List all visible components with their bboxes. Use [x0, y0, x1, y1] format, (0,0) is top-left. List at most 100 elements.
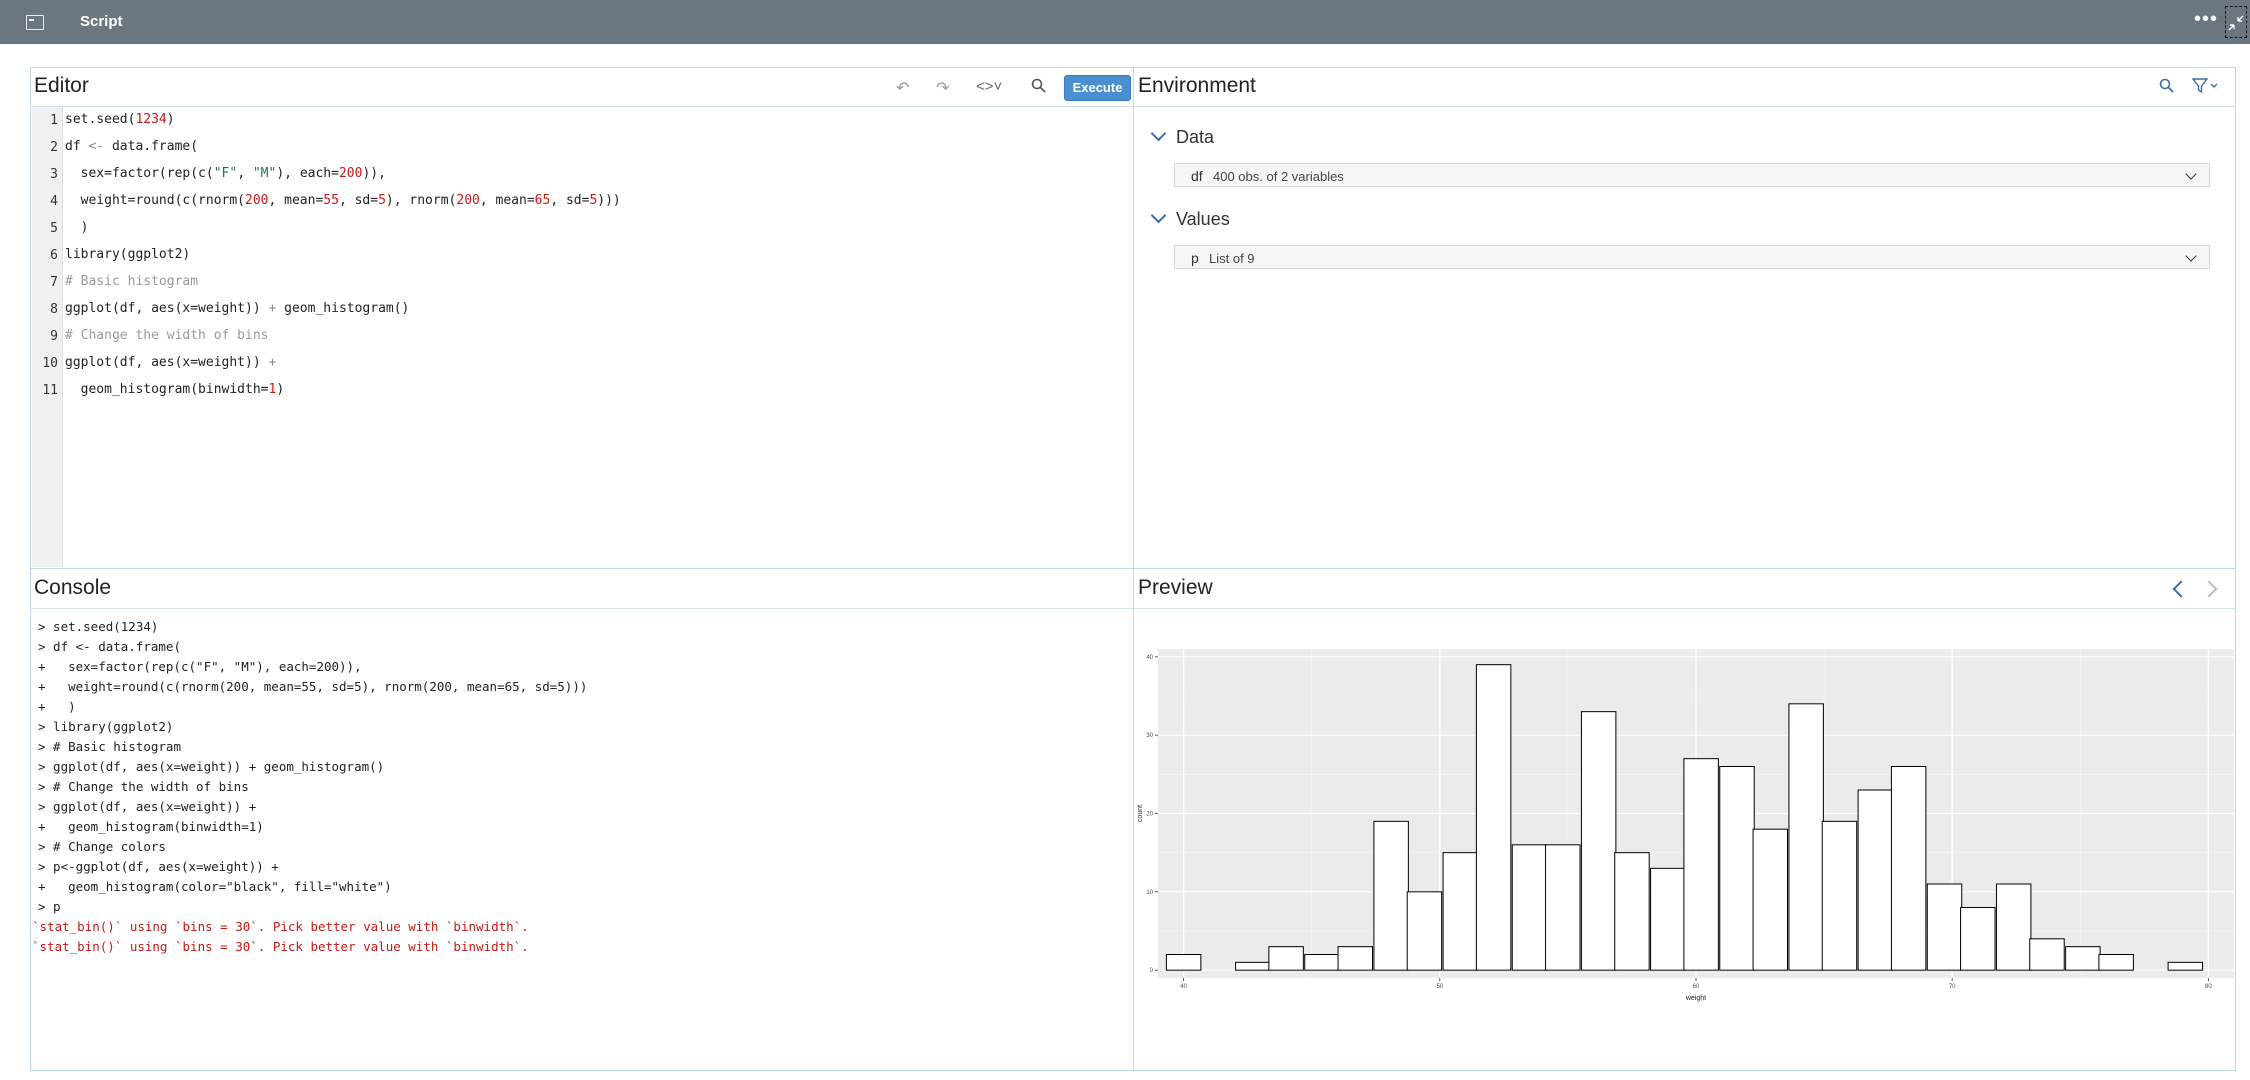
- console-line: + sex=factor(rep(c("F", "M"), each=200))…: [38, 659, 362, 674]
- code-line[interactable]: ggplot(df, aes(x=weight)) +: [65, 355, 276, 370]
- x-tick-label: 50: [1436, 984, 1443, 990]
- script-icon: [26, 15, 44, 30]
- next-plot-icon[interactable]: [2200, 580, 2218, 598]
- line-number: 7: [50, 275, 58, 290]
- previous-plot-icon[interactable]: [2172, 580, 2190, 598]
- histogram-plot: 40 50 60 70 80 0 10 20 30 40 weight count: [1137, 649, 2234, 1002]
- data-section-label: Data: [1176, 127, 1215, 147]
- console-warning: `stat_bin()` using `bins = 30`. Pick bet…: [32, 939, 529, 954]
- histogram-bar: [1683, 758, 1719, 971]
- histogram-bar: [1788, 703, 1824, 971]
- line-number: 8: [50, 302, 58, 317]
- code-line[interactable]: library(ggplot2): [65, 247, 190, 262]
- histogram-bar: [1545, 844, 1581, 971]
- console-line: + weight=round(c(rnorm(200, mean=55, sd=…: [38, 679, 588, 694]
- y-axis-label: count: [1137, 805, 1144, 822]
- histogram-bar: [1373, 820, 1409, 971]
- console-title: Console: [34, 576, 112, 599]
- chevron-down-icon[interactable]: [2185, 250, 2197, 262]
- console-line: > p<-ggplot(df, aes(x=weight)) +: [38, 859, 279, 874]
- x-tick-label: 80: [2205, 984, 2212, 990]
- env-item-df[interactable]: df 400 obs. of 2 variables: [1174, 163, 2210, 187]
- env-item-p[interactable]: p List of 9: [1174, 245, 2210, 269]
- line-number: 3: [50, 167, 58, 182]
- console-line: > # Change the width of bins: [38, 779, 249, 794]
- histogram-bar: [1650, 867, 1686, 971]
- histogram-bar: [1304, 954, 1340, 971]
- window-title: Script: [80, 13, 123, 30]
- code-line[interactable]: geom_histogram(binwidth=1): [65, 382, 285, 397]
- line-number: 2: [50, 140, 58, 155]
- code-line[interactable]: weight=round(c(rnorm(200, mean=55, sd=5)…: [65, 193, 621, 208]
- x-tick-label: 40: [1180, 984, 1187, 990]
- editor-header: Editor ↶ ↷ <>˅: [30, 67, 1133, 107]
- variable-name: df: [1191, 168, 1203, 184]
- histogram-bar: [2065, 946, 2101, 971]
- line-number: 5: [50, 221, 58, 236]
- code-line[interactable]: df <- data.frame(: [65, 139, 198, 154]
- title-bar: Script •••: [0, 0, 2250, 44]
- editor-panel: Editor ↶ ↷ <>˅ 1 2 3 4 5 6 7 8 9 10 11 set.seed(12…: [30, 67, 1134, 569]
- values-section-label: Values: [1176, 209, 1230, 229]
- histogram-bar: [1857, 789, 1894, 971]
- console-line: > # Change colors: [38, 839, 166, 854]
- variable-name: p: [1191, 250, 1199, 266]
- y-tick-label: 30: [1146, 733, 1153, 739]
- code-line[interactable]: ): [65, 220, 89, 235]
- data-section-toggle[interactable]: Data: [1150, 125, 1215, 148]
- console-line: + ): [38, 699, 76, 714]
- console-line: > df <- data.frame(: [38, 639, 181, 654]
- chevron-down-icon[interactable]: [2185, 168, 2197, 180]
- environment-header: Environment: [1134, 67, 2236, 107]
- histogram-bar: [1890, 766, 1927, 971]
- collapse-icon[interactable]: [2225, 6, 2247, 38]
- y-tick-label: 40: [1146, 655, 1153, 661]
- histogram-bar: [1268, 946, 1304, 971]
- execute-button[interactable]: Execute: [1064, 75, 1131, 101]
- chevron-down-icon: [1150, 207, 1167, 224]
- code-snippets-icon[interactable]: <>˅: [976, 78, 1002, 95]
- console-header: Console: [30, 569, 1133, 609]
- redo-icon[interactable]: ↷: [936, 78, 949, 98]
- histogram-bar: [1752, 828, 1789, 971]
- filter-icon[interactable]: [2191, 78, 2220, 99]
- chevron-down-icon: [1150, 125, 1167, 142]
- histogram-bar: [1614, 852, 1650, 971]
- histogram-bar: [2098, 954, 2134, 971]
- code-line[interactable]: set.seed(1234): [65, 112, 175, 127]
- console-line: > p: [38, 899, 61, 914]
- code-line[interactable]: # Basic histogram: [65, 274, 198, 289]
- console-line: + geom_histogram(color="black", fill="wh…: [38, 879, 392, 894]
- environment-title: Environment: [1138, 74, 1256, 97]
- line-number: 6: [50, 248, 58, 263]
- line-number: 4: [50, 194, 58, 209]
- console-line: > # Basic histogram: [38, 739, 181, 754]
- y-tick-label: 20: [1146, 812, 1153, 818]
- histogram-bar: [1235, 961, 1271, 971]
- more-options-icon[interactable]: •••: [2194, 8, 2218, 31]
- code-line[interactable]: sex=factor(rep(c("F", "M"), each=200)),: [65, 166, 386, 181]
- console-line: > set.seed(1234): [38, 619, 159, 634]
- preview-panel: Preview 40 50 60 70 80 0 10 20 30 40 weight count: [1134, 569, 2236, 1071]
- y-tick-label: 0: [1150, 968, 1154, 974]
- undo-icon[interactable]: ↶: [896, 78, 909, 98]
- histogram-bar: [1442, 852, 1479, 971]
- line-number: 1: [50, 113, 58, 128]
- code-line[interactable]: ggplot(df, aes(x=weight)) + geom_histogr…: [65, 301, 409, 316]
- search-icon[interactable]: [1031, 78, 1046, 98]
- histogram-bar: [1995, 883, 2032, 971]
- values-section-toggle[interactable]: Values: [1150, 207, 1230, 230]
- histogram-bar: [1511, 844, 1548, 971]
- console-line: + geom_histogram(binwidth=1): [38, 819, 264, 834]
- histogram-bar: [1406, 891, 1443, 971]
- env-search-icon[interactable]: [2159, 78, 2174, 98]
- x-tick-label: 70: [1949, 984, 1956, 990]
- console-line: > ggplot(df, aes(x=weight)) +: [38, 799, 257, 814]
- histogram-bar: [1165, 954, 1202, 971]
- histogram-bar: [1475, 664, 1512, 971]
- histogram-bar: [1926, 883, 1963, 971]
- histogram-bar: [1719, 766, 1755, 971]
- code-line[interactable]: # Change the width of bins: [65, 328, 269, 343]
- histogram-bar: [1580, 711, 1617, 971]
- editor-title: Editor: [34, 74, 89, 97]
